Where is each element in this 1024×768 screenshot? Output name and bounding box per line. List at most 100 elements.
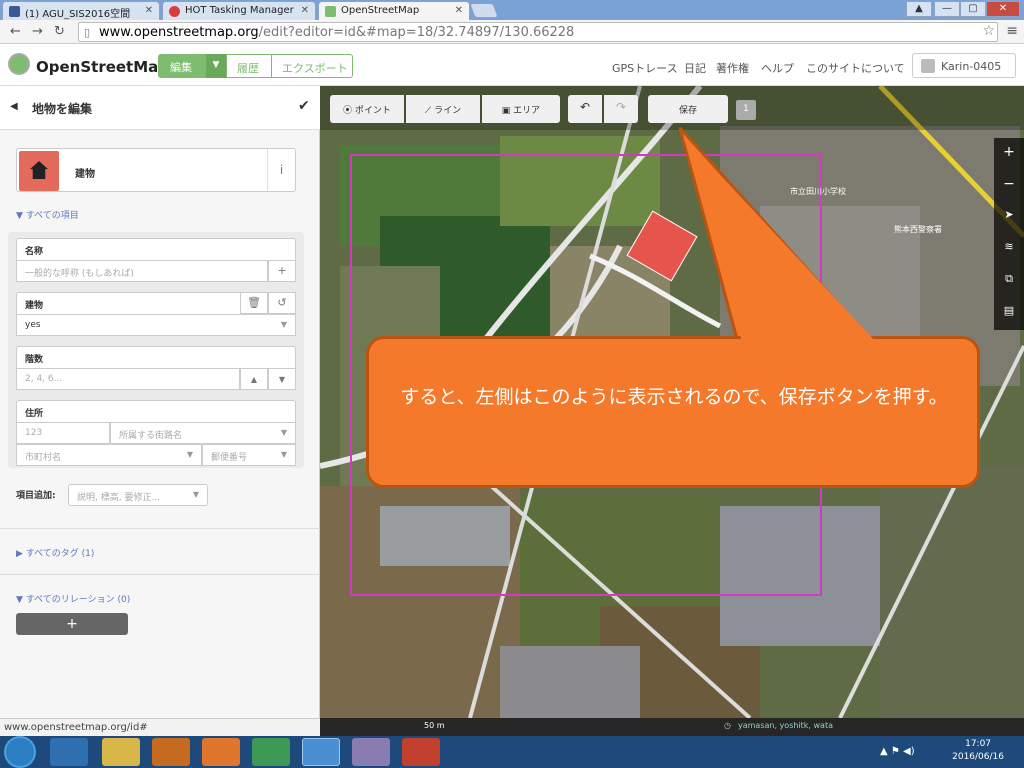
tab-title: OpenStreetMap xyxy=(341,5,420,16)
media-player-icon[interactable] xyxy=(152,738,190,766)
name-input[interactable]: 一般的な呼称 (もしあれば) xyxy=(16,260,268,282)
add-area-button[interactable]: ▣ エリア xyxy=(482,95,560,123)
close-icon[interactable]: ✕ xyxy=(301,5,309,16)
city-input[interactable]: 市町村名 ▼ xyxy=(16,444,202,466)
export-button[interactable]: エクスポート xyxy=(271,54,353,78)
minimize-button[interactable]: — xyxy=(934,1,960,17)
user-profile-button[interactable]: ▲ xyxy=(906,1,932,17)
tab-openstreetmap[interactable]: OpenStreetMap ✕ xyxy=(318,1,470,20)
bookmark-star-icon[interactable]: ☆ xyxy=(982,23,995,39)
paint-icon[interactable] xyxy=(352,738,390,766)
chevron-down-icon[interactable]: ▼ xyxy=(206,54,226,78)
zoom-in-icon[interactable]: + xyxy=(994,138,1024,170)
osm-header: OpenStreetMap 編集 ▼ 履歴 エクスポート GPSトレース 日記 … xyxy=(0,44,1024,86)
chrome-active-icon[interactable] xyxy=(302,738,340,766)
redo-button[interactable]: ↷ xyxy=(604,95,638,123)
system-clock[interactable]: 17:07 2016/06/16 xyxy=(952,738,1004,764)
info-icon[interactable]: i xyxy=(267,149,295,191)
decrement-icon[interactable]: ▼ xyxy=(268,368,296,390)
nav-gps-traces[interactable]: GPSトレース xyxy=(612,60,678,76)
ie-icon[interactable] xyxy=(50,738,88,766)
attribution[interactable]: yamasan, yoshitk, wata xyxy=(738,721,833,730)
layers-icon[interactable]: ≋ xyxy=(994,234,1024,266)
geolocate-icon[interactable]: ➤ xyxy=(994,202,1024,234)
divider xyxy=(0,574,320,575)
firefox-icon[interactable] xyxy=(202,738,240,766)
user-menu[interactable]: Karin-0405 xyxy=(912,53,1016,78)
postcode-input[interactable]: 郵便番号 ▼ xyxy=(202,444,296,466)
all-fields-toggle[interactable]: ▼ すべての項目 xyxy=(16,208,79,221)
levels-input[interactable]: 2, 4, 6... xyxy=(16,368,240,390)
nav-copyright[interactable]: 著作権 xyxy=(716,60,749,76)
chrome-icon[interactable] xyxy=(252,738,290,766)
scale-bar: 50 m xyxy=(424,721,445,730)
postcode-placeholder: 郵便番号 xyxy=(211,453,248,463)
start-button[interactable] xyxy=(4,736,36,768)
tab-title: (1) AGU_SIS2016空間 xyxy=(25,9,131,20)
browser-tab-bar: (1) AGU_SIS2016空間 ✕ HOT Tasking Manager … xyxy=(0,0,1024,20)
hot-icon xyxy=(169,6,180,17)
powerpoint-icon[interactable] xyxy=(402,738,440,766)
line-label: ライン xyxy=(434,106,462,116)
area-icon: ▣ xyxy=(501,106,514,116)
status-bar: www.openstreetmap.org/id# xyxy=(0,718,320,736)
help-icon[interactable]: ▤ xyxy=(994,298,1024,330)
folder-icon[interactable] xyxy=(102,738,140,766)
divider xyxy=(0,528,320,529)
building-icon xyxy=(19,151,59,191)
housenumber-input[interactable]: 123 xyxy=(16,422,110,444)
add-line-button[interactable]: ⟋ ライン xyxy=(406,95,480,123)
nav-diary[interactable]: 日記 xyxy=(684,60,706,76)
tab-facebook[interactable]: (1) AGU_SIS2016空間 ✕ xyxy=(2,1,160,20)
all-relations-toggle[interactable]: ▼ すべてのリレーション (0) xyxy=(16,592,130,605)
site-logo[interactable]: OpenStreetMap xyxy=(36,58,169,76)
url-host: www.openstreetmap.org xyxy=(99,25,259,40)
zoom-out-icon[interactable]: − xyxy=(994,170,1024,202)
history-button[interactable]: 履歴 xyxy=(226,54,272,78)
building-select[interactable]: yes ▼ xyxy=(16,314,296,336)
sidebar-header: ◀ 地物を編集 ✔ xyxy=(0,86,320,130)
add-field-select[interactable]: 説明, 標高, 要修正... ▼ xyxy=(68,484,208,506)
map-data-icon[interactable]: ⧉ xyxy=(994,266,1024,298)
address-label: 住所 xyxy=(16,400,296,422)
add-relation-button[interactable]: + xyxy=(16,613,128,635)
street-input[interactable]: 所属する街路名 ▼ xyxy=(110,422,296,444)
close-icon[interactable]: ✕ xyxy=(145,5,153,16)
tray-icons[interactable]: ▲ ⚑ ◀) xyxy=(880,746,915,757)
all-tags-toggle[interactable]: ▶ すべてのタグ (1) xyxy=(16,546,94,559)
street-placeholder: 所属する街路名 xyxy=(119,431,183,441)
checkmark-icon[interactable]: ✔ xyxy=(298,98,310,114)
city-placeholder: 市町村名 xyxy=(25,453,62,463)
nav-help[interactable]: ヘルプ xyxy=(761,60,794,76)
undo-field-icon[interactable]: ↺ xyxy=(268,292,296,314)
menu-icon[interactable]: ≡ xyxy=(1006,23,1018,39)
taskbar: ▲ ⚑ ◀) 17:07 2016/06/16 xyxy=(0,736,1024,768)
close-icon[interactable]: ✕ xyxy=(455,5,463,16)
address-bar: ← → ↻ ▯ www.openstreetmap.org/edit?edito… xyxy=(0,20,1024,44)
back-arrow-icon[interactable]: ◀ xyxy=(10,101,18,112)
increment-icon[interactable]: ▲ xyxy=(240,368,268,390)
undo-button[interactable]: ↶ xyxy=(568,95,602,123)
levels-label: 階数 xyxy=(16,346,296,368)
close-window-button[interactable]: ✕ xyxy=(986,1,1020,17)
nav-about[interactable]: このサイトについて xyxy=(806,60,905,76)
osm-logo-icon[interactable] xyxy=(8,53,30,75)
callout-text: すると、左側はこのように表示されるので、保存ボタンを押す。 xyxy=(400,386,948,408)
tab-hot[interactable]: HOT Tasking Manager ✕ xyxy=(162,1,316,20)
maximize-button[interactable]: ▢ xyxy=(960,1,986,17)
forward-icon[interactable]: → xyxy=(32,24,43,39)
save-button[interactable]: 保存 xyxy=(648,95,728,123)
trash-icon[interactable]: 🗑 xyxy=(240,292,268,314)
map-label-school: 市立田川小学校 xyxy=(790,187,846,196)
add-point-button[interactable]: ⦿ ポイント xyxy=(330,95,404,123)
add-language-icon[interactable]: + xyxy=(268,260,296,282)
preset-button[interactable]: 建物 i xyxy=(16,148,296,192)
changes-count-badge: 1 xyxy=(736,100,756,120)
new-tab-button[interactable] xyxy=(469,3,499,18)
point-label: ポイント xyxy=(354,106,391,116)
reload-icon[interactable]: ↻ xyxy=(54,24,65,39)
back-icon[interactable]: ← xyxy=(10,24,21,39)
chevron-down-icon: ▼ xyxy=(192,490,199,499)
page-icon: ▯ xyxy=(84,26,91,39)
url-input[interactable]: ▯ www.openstreetmap.org/edit?editor=id&#… xyxy=(78,22,998,42)
